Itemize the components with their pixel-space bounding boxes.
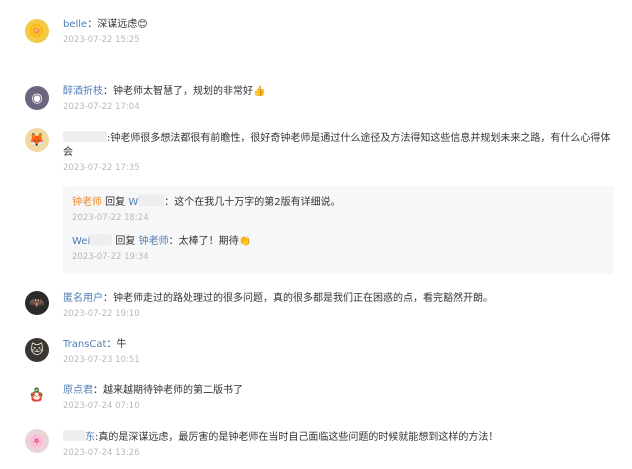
comment-text: 真的是深谋远虑，最厉害的是钟老师在当时自己面临这些问题的时候就能想到这样的方法！ — [98, 432, 499, 443]
clap-emoji-icon: 👏 — [238, 236, 252, 247]
comment-text: 牛 — [116, 339, 127, 350]
cartoon-avatar-icon[interactable]: 🦊 — [25, 128, 49, 152]
reply-item: 钟老师 回复 W ：这个在我几十万字的第2版有详细说。 2023-07-22 18… — [72, 195, 604, 224]
photo-avatar-icon[interactable]: ◉ — [25, 86, 49, 110]
reply-verb: 回复 — [112, 236, 139, 247]
cat-avatar-icon[interactable]: 🐱 — [25, 338, 49, 362]
comment-separator: ： — [87, 19, 98, 30]
reply-author[interactable]: 钟老师 — [72, 197, 102, 208]
comment-separator: ： — [103, 293, 113, 304]
reply-thread: 钟老师 回复 W ：这个在我几十万字的第2版有详细说。 2023-07-22 18… — [63, 186, 614, 274]
reply-separator: ： — [164, 197, 175, 208]
comment-timestamp: 2023-07-22 19:10 — [63, 309, 140, 319]
comment-timestamp: 2023-07-22 15:25 — [63, 35, 140, 45]
redacted-username[interactable] — [63, 430, 85, 441]
reply-text: 这个在我几十万字的第2版有详细说。 — [174, 197, 341, 208]
comment-author[interactable]: 东 — [85, 432, 95, 443]
comment-timestamp: 2023-07-23 10:51 — [63, 355, 140, 365]
comment-author[interactable]: belle — [63, 19, 87, 30]
redacted-username[interactable] — [63, 131, 107, 142]
reply-item: Wei 回复 钟老师：太棒了！期待👏 2023-07-22 19:34 — [72, 234, 604, 263]
comment-author[interactable]: 醉酒折枝 — [63, 86, 103, 97]
comment-timestamp: 2023-07-24 13:26 — [63, 448, 140, 458]
comment-text: 钟老师很多想法都很有前瞻性，很好奇钟老师是通过什么途径及方法得知这些信息并规划未… — [63, 133, 611, 158]
comment-text: 钟老师走过的路处理过的很多问题，真的很多都是我们正在困惑的点，看完豁然开朗。 — [113, 293, 493, 304]
comment-text: 钟老师太智慧了，规划的非常好 — [113, 86, 253, 97]
flower-avatar-icon[interactable]: 🌸 — [25, 429, 49, 453]
redacted-username — [138, 195, 165, 206]
figurine-avatar-icon[interactable]: 🪆 — [25, 383, 49, 407]
reply-verb: 回复 — [102, 197, 129, 208]
reply-target[interactable]: W — [128, 197, 138, 208]
comment-text: 越来越期待钟老师的第二版书了 — [103, 385, 243, 396]
flower-avatar-icon[interactable]: 🌼 — [25, 19, 49, 43]
comment-timestamp: 2023-07-22 17:35 — [63, 163, 140, 173]
reply-separator: ： — [168, 236, 179, 247]
reply-text: 太棒了！期待 — [178, 236, 239, 247]
comment-author[interactable]: TransCat — [63, 339, 106, 350]
reply-target[interactable]: 钟老师 — [139, 236, 169, 247]
reply-timestamp: 2023-07-22 19:34 — [72, 252, 149, 262]
comment-separator: ： — [106, 339, 117, 350]
comment-author[interactable]: 匿名用户 — [63, 293, 103, 304]
batman-avatar-icon[interactable]: 🦇 — [25, 291, 49, 315]
comment-timestamp: 2023-07-24 07:10 — [63, 401, 140, 411]
redacted-username — [90, 234, 113, 245]
thumbs-up-emoji-icon: 👍 — [253, 86, 266, 97]
comment-separator: ： — [93, 385, 103, 396]
reply-timestamp: 2023-07-22 18:24 — [72, 213, 149, 223]
comment-text: 深谋远虑 — [97, 19, 138, 30]
comment-timestamp: 2023-07-22 17:04 — [63, 102, 140, 112]
comment-author[interactable]: 原点君 — [63, 385, 93, 396]
reply-author[interactable]: Wei — [72, 236, 90, 247]
comment-separator: ： — [103, 86, 113, 97]
smile-emoji-icon: 😊 — [137, 19, 148, 30]
